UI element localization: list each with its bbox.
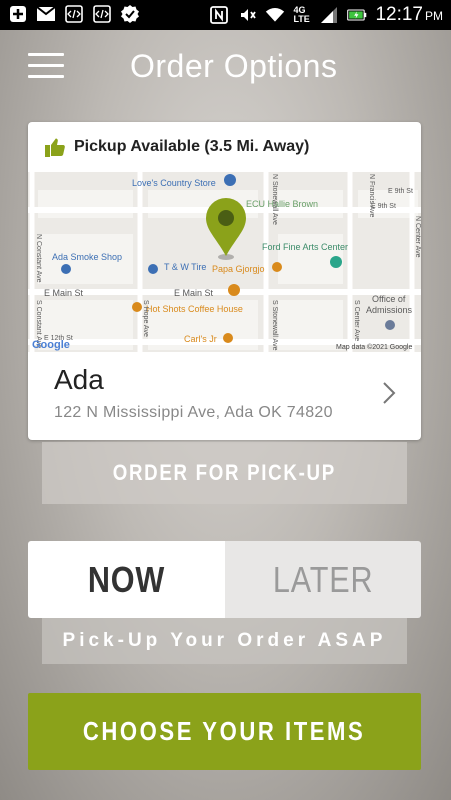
- map-label-tire: T & W Tire: [164, 262, 206, 272]
- arts-center-pin-icon: [330, 256, 342, 268]
- plus-icon: [8, 4, 28, 24]
- cafe-pin-icon: [132, 302, 142, 312]
- choose-items-button[interactable]: CHOOSE YOUR ITEMS: [28, 693, 421, 770]
- asap-text: Pick-Up Your Order ASAP: [62, 630, 387, 651]
- gas-station-icon: [224, 174, 236, 186]
- map-label-loves: Love's Country Store: [132, 178, 216, 188]
- map-google-logo: Google: [32, 339, 70, 351]
- battery-icon: [347, 5, 367, 25]
- mute-icon: [237, 5, 257, 25]
- network-type: 4G LTE: [293, 5, 310, 24]
- map-label-hotshots: Hot Shots Coffee House: [146, 304, 243, 314]
- map-label-hope: S Hope Ave: [142, 300, 149, 337]
- shop-pin-icon: [148, 264, 158, 274]
- map-label-main-e: E Main St: [174, 288, 214, 298]
- timing-selector: NOW LATER: [28, 541, 421, 618]
- hamburger-menu-icon[interactable]: [28, 52, 64, 80]
- gmail-icon: [36, 4, 56, 24]
- location-card[interactable]: Pickup Available (3.5 Mi. Away) Love's C…: [28, 122, 421, 440]
- restaurant-pin-icon: [223, 333, 233, 343]
- map-attribution: Map data ©2021 Google: [336, 343, 412, 351]
- pickup-label: Pickup Available (3.5 Mi. Away): [74, 138, 310, 155]
- office-pin-icon: [385, 320, 395, 330]
- store-name: Ada: [54, 364, 104, 395]
- tab-later[interactable]: LATER: [224, 541, 421, 618]
- status-bar: 4G LTE 12:17 PM: [0, 0, 451, 30]
- map-label-stonewall-s: S Stonewall Ave: [271, 300, 278, 351]
- check-badge-icon: [120, 4, 140, 24]
- map-label-center-s: S Center Ave: [353, 300, 360, 341]
- cafe-pin-icon: [228, 284, 240, 296]
- map-label-9th-2: E 9th St: [388, 188, 413, 195]
- thumbs-up-icon: [45, 138, 65, 157]
- map-label-main-w: E Main St: [44, 288, 84, 298]
- map-label-ecu-2: Ford Fine Arts Center: [262, 242, 348, 252]
- map-label-francis: N Francis Ave: [368, 174, 375, 218]
- nfc-icon: [209, 5, 229, 25]
- store-map[interactable]: Love's Country Store ECU Hallie Brown Fo…: [28, 172, 421, 352]
- page-title: Order Options: [130, 48, 338, 84]
- order-for-pickup-button[interactable]: ORDER FOR PICK-UP: [42, 442, 407, 504]
- store-details[interactable]: Ada 122 N Mississippi Ave, Ada OK 74820: [28, 352, 421, 440]
- code-icon: [64, 4, 84, 24]
- tab-now[interactable]: NOW: [28, 541, 225, 618]
- order-for-pickup-label: ORDER FOR PICK-UP: [112, 460, 337, 485]
- restaurant-pin-icon: [272, 262, 282, 272]
- map-label-carls: Carl's Jr: [184, 334, 217, 344]
- wifi-icon: [265, 5, 285, 25]
- map-label-office-2: Admissions: [366, 305, 413, 315]
- map-label-center-n: N Center Ave: [414, 216, 421, 258]
- map-label-office-1: Office of: [372, 294, 406, 304]
- map-label-stonewall-n: N Stonewall Ave: [271, 174, 278, 225]
- asap-banner: Pick-Up Your Order ASAP: [42, 618, 407, 664]
- map-label-smoke-shop: Ada Smoke Shop: [52, 252, 122, 262]
- map-label-papa: Papa Gjorgjo: [212, 264, 265, 274]
- chevron-right-icon[interactable]: [381, 380, 397, 406]
- store-address: 122 N Mississippi Ave, Ada OK 74820: [54, 404, 333, 421]
- map-label-constant-n: N Constant Ave: [35, 234, 42, 283]
- shop-pin-icon: [61, 264, 71, 274]
- code-icon: [92, 4, 112, 24]
- map-label-ecu-1: ECU Hallie Brown: [246, 199, 318, 209]
- app-header: Order Options: [0, 30, 451, 106]
- pickup-availability: Pickup Available (3.5 Mi. Away): [28, 122, 421, 172]
- choose-items-label: CHOOSE YOUR ITEMS: [83, 716, 366, 746]
- clock: 12:17 PM: [375, 4, 443, 25]
- signal-icon: [319, 5, 339, 25]
